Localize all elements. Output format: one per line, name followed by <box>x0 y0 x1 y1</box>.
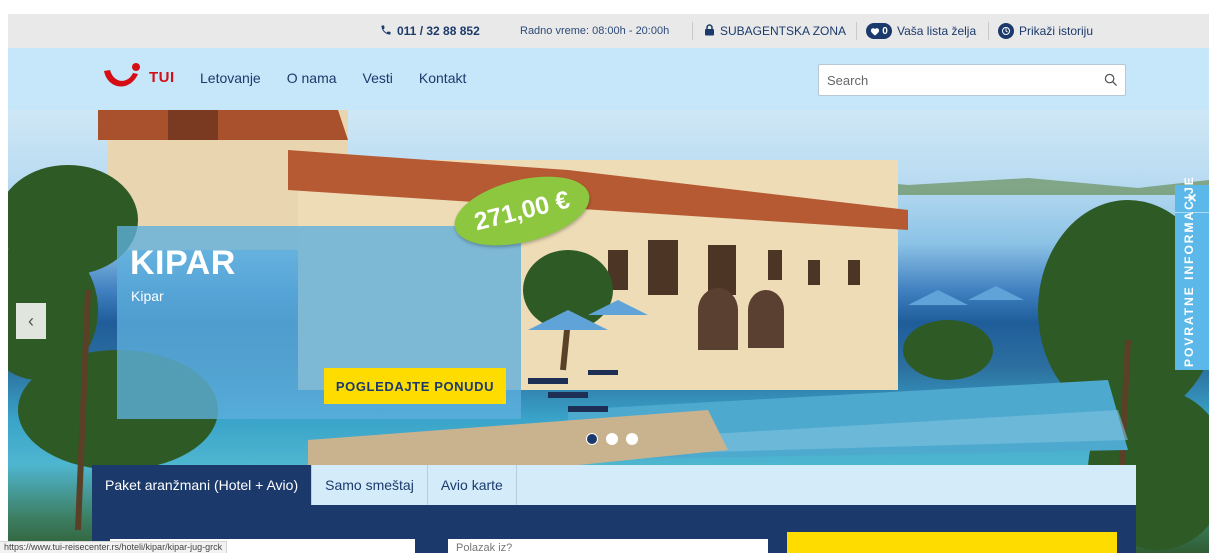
lock-icon <box>704 23 715 39</box>
feedback-tab[interactable]: × POVRATNE INFORMACIJE <box>1175 175 1209 370</box>
chevron-left-icon: ‹ <box>28 310 34 331</box>
wishlist-badge: 0 <box>866 23 892 39</box>
slider-dot-1[interactable] <box>586 433 598 445</box>
departure-field[interactable]: Polazak iz? <box>448 539 768 553</box>
promo-subtitle: Kipar <box>131 288 164 304</box>
divider <box>988 22 989 40</box>
nav-item-kontakt[interactable]: Kontakt <box>419 70 466 86</box>
booking-search-button[interactable] <box>787 532 1117 553</box>
agent-zone-link[interactable]: SUBAGENTSKA ZONA <box>704 14 846 48</box>
phone-link[interactable]: 011 / 32 88 852 <box>380 14 480 48</box>
nav-item-vesti[interactable]: Vesti <box>363 70 393 86</box>
promo-title: KIPAR <box>130 244 236 282</box>
logo-text: TUI <box>149 68 175 86</box>
tab-accommodation-only[interactable]: Samo smeštaj <box>312 465 428 505</box>
booking-panel: Polazak iz? <box>92 505 1136 553</box>
slider-prev-button[interactable]: ‹ <box>16 303 46 339</box>
divider <box>692 22 693 40</box>
tui-logo[interactable]: TUI <box>100 62 175 92</box>
agent-zone-label: SUBAGENTSKA ZONA <box>720 24 847 38</box>
clock-icon <box>998 23 1014 39</box>
tui-smile-icon <box>104 63 140 87</box>
wishlist-label: Vaša lista želja <box>897 24 977 38</box>
promo-card: KIPAR Kipar POGLEDAJTE PONUDU <box>117 226 521 419</box>
phone-number: 011 / 32 88 852 <box>397 24 480 38</box>
wishlist-count: 0 <box>882 25 888 37</box>
divider <box>856 22 857 40</box>
wishlist-link[interactable]: 0 Vaša lista želja <box>866 14 976 48</box>
page: 011 / 32 88 852 Radno vreme: 08:00h - 20… <box>0 0 1209 553</box>
search-box <box>818 64 1126 96</box>
slider-dots <box>586 433 638 445</box>
booking-tabs: Paket aranžmani (Hotel + Avio) Samo smeš… <box>92 465 1136 505</box>
working-hours: Radno vreme: 08:00h - 20:00h <box>520 25 670 37</box>
browser-status-url: https://www.tui-reisecenter.rs/hoteli/ki… <box>0 541 228 553</box>
tab-flights[interactable]: Avio karte <box>428 465 517 505</box>
search-icon[interactable] <box>1097 73 1125 87</box>
view-offer-button[interactable]: POGLEDAJTE PONUDU <box>324 368 506 404</box>
tab-package[interactable]: Paket aranžmani (Hotel + Avio) <box>92 465 313 505</box>
nav-item-o-nama[interactable]: O nama <box>287 70 337 86</box>
feedback-label: POVRATNE INFORMACIJE <box>1182 175 1196 367</box>
search-input[interactable] <box>819 65 1097 95</box>
top-utility-bar: 011 / 32 88 852 Radno vreme: 08:00h - 20… <box>8 14 1209 48</box>
main-nav: Letovanje O nama Vesti Kontakt <box>200 70 466 86</box>
nav-item-letovanje[interactable]: Letovanje <box>200 70 261 86</box>
history-label: Prikaži istoriju <box>1019 24 1094 38</box>
slider-dot-2[interactable] <box>606 433 618 445</box>
heart-icon <box>871 27 880 36</box>
history-link[interactable]: Prikaži istoriju <box>998 14 1093 48</box>
slider-dot-3[interactable] <box>626 433 638 445</box>
main-header: TUI Letovanje O nama Vesti Kontakt <box>8 48 1209 110</box>
phone-icon <box>380 24 392 39</box>
